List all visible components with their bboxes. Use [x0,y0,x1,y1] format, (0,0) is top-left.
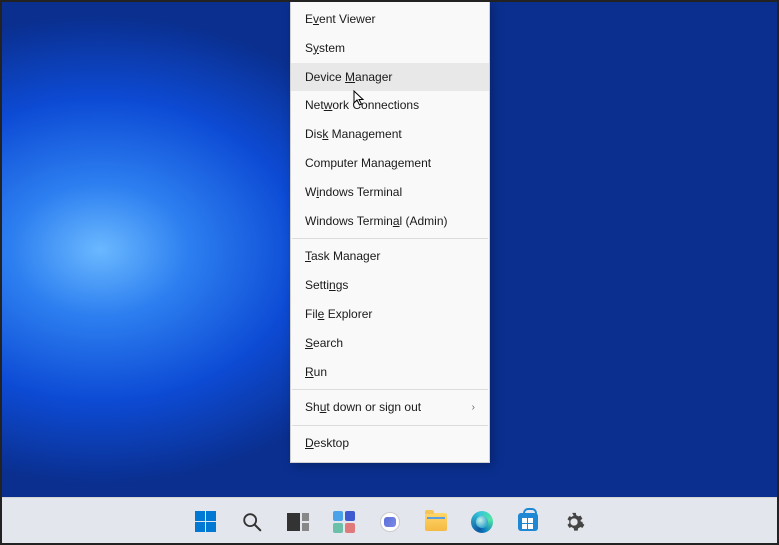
task-view-icon [286,510,310,534]
menu-item-shut-down-or-sign-out[interactable]: Shut down or sign out › [291,393,489,422]
menu-item-network-connections[interactable]: Network Connections [291,91,489,120]
widgets-icon [332,510,356,534]
gear-icon [562,510,586,534]
menu-item-search[interactable]: Search [291,329,489,358]
menu-item-label: Windows Terminal (Admin) [305,213,448,230]
widgets-button[interactable] [324,502,364,542]
menu-item-label: Search [305,335,343,352]
menu-item-windows-terminal-admin[interactable]: Windows Terminal (Admin) [291,207,489,236]
store-icon [516,510,540,534]
menu-item-label: Desktop [305,435,349,452]
menu-item-label: Event Viewer [305,11,376,28]
menu-item-label: Network Connections [305,97,419,114]
menu-item-label: Windows Terminal [305,184,402,201]
edge-button[interactable] [462,502,502,542]
menu-item-label: Shut down or sign out [305,399,421,416]
menu-item-label: Computer Management [305,155,431,172]
menu-item-label: Settings [305,277,348,294]
winx-context-menu: Event Viewer System Device Manager Network … [290,0,490,463]
menu-item-task-manager[interactable]: Task Manager [291,242,489,271]
menu-item-desktop[interactable]: Desktop [291,429,489,458]
task-view-button[interactable] [278,502,318,542]
settings-button[interactable] [554,502,594,542]
chat-button[interactable] [370,502,410,542]
menu-item-event-viewer[interactable]: Event Viewer [291,5,489,34]
menu-item-label: Task Manager [305,248,380,265]
chat-icon [378,510,402,534]
file-explorer-button[interactable] [416,502,456,542]
menu-item-label: System [305,40,345,57]
menu-item-computer-management[interactable]: Computer Management [291,149,489,178]
store-button[interactable] [508,502,548,542]
menu-item-label: File Explorer [305,306,372,323]
menu-item-label: Run [305,364,327,381]
menu-item-disk-management[interactable]: Disk Management [291,120,489,149]
menu-item-device-manager[interactable]: Device Manager [291,63,489,92]
menu-separator [292,389,488,390]
menu-item-label: Disk Management [305,126,402,143]
edge-icon [470,510,494,534]
menu-item-run[interactable]: Run [291,358,489,387]
menu-item-windows-terminal[interactable]: Windows Terminal [291,178,489,207]
menu-item-settings[interactable]: Settings [291,271,489,300]
menu-separator [292,238,488,239]
start-button[interactable] [186,502,226,542]
menu-separator [292,425,488,426]
menu-item-label: Device Manager [305,69,392,86]
menu-item-file-explorer[interactable]: File Explorer [291,300,489,329]
search-button[interactable] [232,502,272,542]
folder-icon [424,510,448,534]
menu-item-system[interactable]: System [291,34,489,63]
search-icon [240,510,264,534]
taskbar [0,497,779,545]
windows-start-icon [194,510,218,534]
chevron-right-icon: › [472,401,475,415]
